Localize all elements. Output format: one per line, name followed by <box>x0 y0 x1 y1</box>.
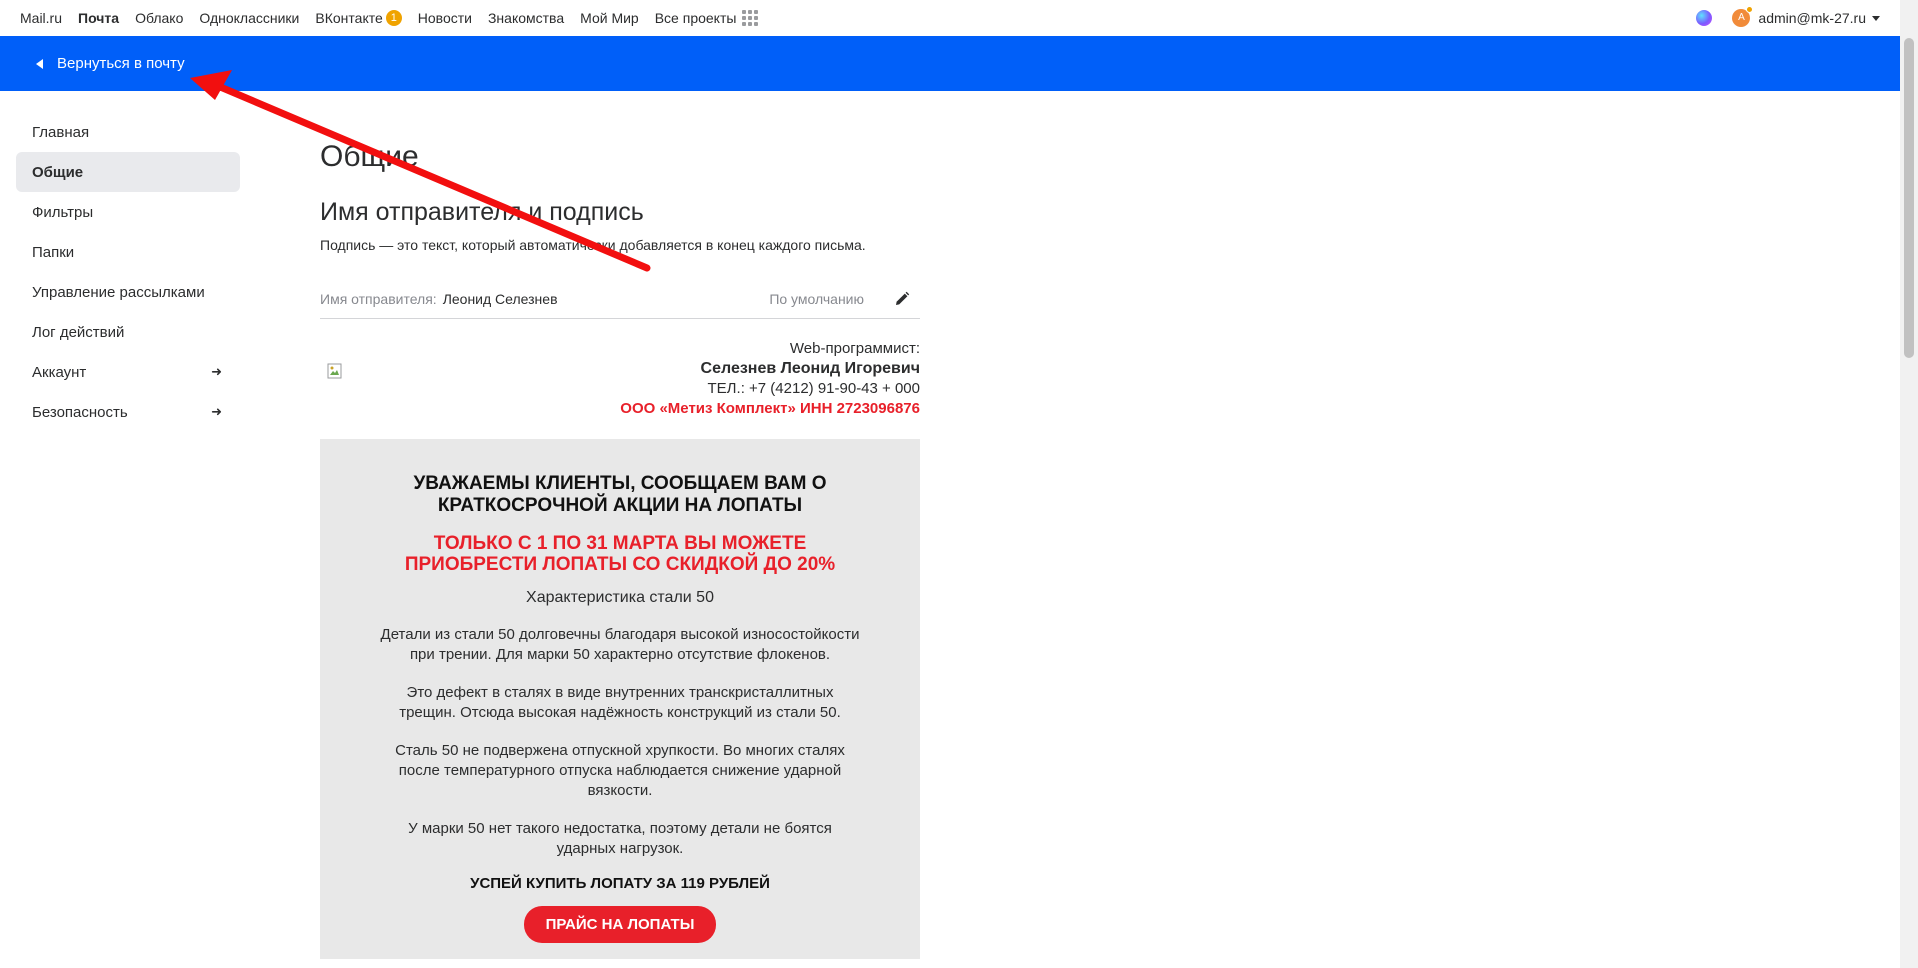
user-email[interactable]: admin@mk-27.ru <box>1758 10 1866 26</box>
apps-grid-icon <box>742 10 759 26</box>
promo-cta: УСПЕЙ КУПИТЬ ЛОПАТУ ЗА 119 РУБЛЕЙ <box>470 875 770 892</box>
back-to-mail-label: Вернуться в почту <box>57 55 185 72</box>
page-title: Общие <box>320 140 419 173</box>
notification-badge: 1 <box>385 10 402 26</box>
portal-link-label: Mail.ru <box>20 10 63 26</box>
arrow-right-icon: ➜ <box>211 404 222 419</box>
settings-main: Общие Имя отправителя и подпись Подпись … <box>320 140 920 959</box>
section-description: Подпись — это текст, который автоматичес… <box>320 237 866 253</box>
promo-paragraph: Сталь 50 не подвержена отпускной хрупкос… <box>395 742 845 799</box>
notification-dot-icon <box>1746 6 1754 13</box>
portal-link-pochta[interactable]: Почта <box>78 10 119 26</box>
signature-position: Web-программист: <box>789 340 920 357</box>
sidebar-item-label: Главная <box>32 123 90 141</box>
portal-link-oblako[interactable]: Облако <box>135 10 183 26</box>
promo-paragraph: Детали из стали 50 долговечны благодаря … <box>380 626 860 663</box>
back-arrow-icon <box>36 58 43 69</box>
sender-name-row[interactable]: Имя отправителя: Леонид Селезнев По умол… <box>320 279 920 319</box>
sender-name-value: Леонид Селезнев <box>442 290 558 307</box>
price-list-button[interactable]: ПРАЙС НА ЛОПАТЫ <box>523 906 717 943</box>
default-label: По умолчанию <box>769 290 864 307</box>
sidebar-item-account[interactable]: Аккаунт ➜ <box>16 352 240 392</box>
portal-links: Mail.ru Почта Облако Одноклассники ВКонт… <box>0 10 774 26</box>
annotation-arrow <box>190 70 651 272</box>
portal-link-label: Все проекты <box>654 10 737 26</box>
portal-link-label: Почта <box>78 10 120 26</box>
signature-name: Селезнев Леонид Игоревич <box>700 360 920 377</box>
user-area: A admin@mk-27.ru <box>1696 6 1900 27</box>
portal-link-znakomstva[interactable]: Знакомства <box>488 10 564 26</box>
promo-paragraph: У марки 50 нет такого недостатка, поэтом… <box>408 820 832 857</box>
sidebar-item-activity-log[interactable]: Лог действий <box>16 312 240 352</box>
portal-link-odnoklassniki[interactable]: Одноклассники <box>199 10 299 26</box>
settings-header: Вернуться в почту <box>0 36 1900 91</box>
promo-paragraph: Это дефект в сталях в виде внутренних тр… <box>399 684 841 721</box>
sidebar-item-label: Общие <box>32 163 84 181</box>
portal-link-moy-mir[interactable]: Мой Мир <box>580 10 639 26</box>
settings-sidebar: Главная Общие Фильтры Папки Управление р… <box>16 112 240 432</box>
sidebar-item-label: Управление рассылками <box>32 283 205 301</box>
price-list-button-label: ПРАЙС НА ЛОПАТЫ <box>545 916 695 933</box>
sidebar-item-filters[interactable]: Фильтры <box>16 192 240 232</box>
pencil-icon[interactable] <box>894 291 910 307</box>
sidebar-item-mailing-lists[interactable]: Управление рассылками <box>16 272 240 312</box>
sidebar-item-folders[interactable]: Папки <box>16 232 240 272</box>
portal-link-label: Одноклассники <box>199 10 300 26</box>
signature-phone: ТЕЛ.: +7 (4212) 91-90-43 + 000 <box>707 380 920 397</box>
sidebar-item-main[interactable]: Главная <box>16 112 240 152</box>
sidebar-item-security[interactable]: Безопасность ➜ <box>16 392 240 432</box>
signature-company: ООО «Метиз Комплект» ИНН 2723096876 <box>620 400 920 417</box>
sender-name-label: Имя отправителя: <box>320 290 437 307</box>
portal-link-novosti[interactable]: Новости <box>418 10 472 26</box>
scrollbar-thumb[interactable] <box>1904 38 1914 358</box>
sidebar-item-label: Фильтры <box>32 203 94 221</box>
portal-link-vkontakte[interactable]: ВКонтакте 1 <box>315 10 402 26</box>
broken-image-icon <box>327 363 342 379</box>
portal-link-label: Знакомства <box>487 10 565 26</box>
back-to-mail-button[interactable]: Вернуться в почту <box>36 55 185 72</box>
signature-block: Web-программист: Селезнев Леонид Игореви… <box>320 339 920 419</box>
chevron-down-icon[interactable] <box>1872 15 1880 21</box>
sidebar-item-label: Лог действий <box>32 323 125 341</box>
portal-link-mailru[interactable]: Mail.ru <box>20 10 62 26</box>
sidebar-item-label: Аккаунт <box>32 363 87 381</box>
promo-offer: ТОЛЬКО С 1 ПО 31 МАРТА ВЫ МОЖЕТЕ ПРИОБРЕ… <box>404 533 836 575</box>
section-title: Имя отправителя и подпись <box>320 198 644 226</box>
signature-text: Web-программист: Селезнев Леонид Игореви… <box>620 339 920 419</box>
arrow-right-icon: ➜ <box>211 364 222 379</box>
portal-link-label: Новости <box>417 10 472 26</box>
portal-bar: Mail.ru Почта Облако Одноклассники ВКонт… <box>0 0 1900 36</box>
promo-subtitle: Характеристика стали 50 <box>526 589 714 606</box>
avatar[interactable]: A <box>1732 6 1754 27</box>
portal-link-label: Мой Мир <box>580 10 639 26</box>
portal-link-label: ВКонтакте <box>315 10 383 26</box>
signature-promo-block: УВАЖАЕМЫ КЛИЕНТЫ, СООБЩАЕМ ВАМ О КРАТКОС… <box>320 439 920 959</box>
page-scrollbar[interactable] <box>1900 0 1918 968</box>
portal-link-label: Облако <box>135 10 184 26</box>
sidebar-item-general[interactable]: Общие <box>16 152 240 192</box>
portal-link-all-projects[interactable]: Все проекты <box>655 10 759 26</box>
promo-title: УВАЖАЕМЫ КЛИЕНТЫ, СООБЩАЕМ ВАМ О КРАТКОС… <box>413 473 827 516</box>
sidebar-item-label: Папки <box>32 243 75 261</box>
sidebar-item-label: Безопасность <box>32 403 128 421</box>
assistant-orb-icon[interactable] <box>1696 10 1713 26</box>
